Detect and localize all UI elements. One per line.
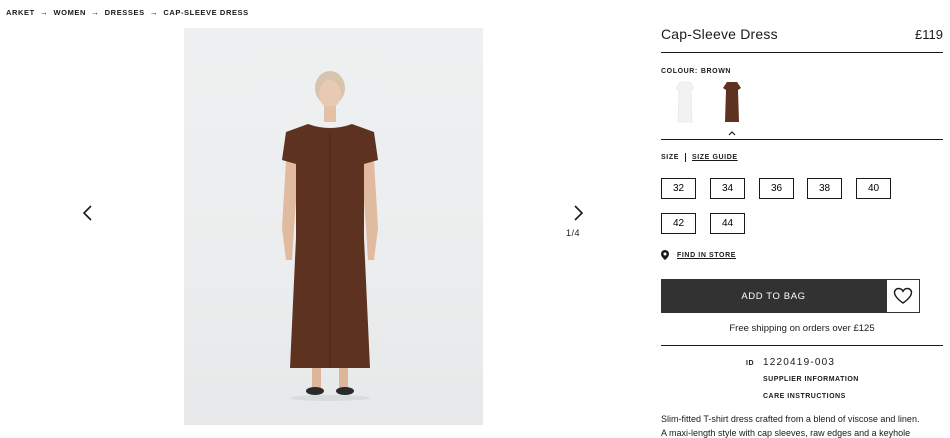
size-button-36[interactable]: 36 <box>759 178 794 199</box>
brown-dress-icon <box>723 82 741 122</box>
heart-icon <box>893 287 913 304</box>
product-description: Slim-fitted T-shirt dress crafted from a… <box>661 412 950 438</box>
gallery-counter: 1/4 <box>566 228 581 238</box>
colour-label: COLOUR: BROWN <box>661 68 731 75</box>
arrow-right-icon: → <box>91 8 100 17</box>
model-illustration <box>282 71 378 401</box>
title-row: Cap-Sleeve Dress £119 <box>661 26 943 42</box>
divider <box>661 139 943 140</box>
colour-value: BROWN <box>700 68 732 75</box>
white-dress-icon <box>675 81 695 123</box>
gallery-next-button[interactable] <box>568 203 588 223</box>
product-panel: Cap-Sleeve Dress £119 COLOUR: BROWN SIZE… <box>661 0 943 438</box>
divider <box>684 153 686 162</box>
breadcrumb-item-current: CAP-SLEEVE DRESS <box>163 8 249 17</box>
arrow-right-icon: → <box>149 8 159 17</box>
product-image[interactable] <box>184 28 483 425</box>
size-label: SIZE <box>661 154 679 161</box>
size-button-38[interactable]: 38 <box>807 178 842 199</box>
product-title: Cap-Sleeve Dress <box>661 26 778 42</box>
id-label: ID <box>746 360 754 367</box>
chevron-right-icon <box>574 205 584 221</box>
size-button-32[interactable]: 32 <box>661 178 696 199</box>
divider <box>661 345 943 346</box>
supplier-information-link[interactable]: SUPPLIER INFORMATION <box>763 376 859 383</box>
breadcrumb-item-dresses[interactable]: DRESSES <box>105 8 145 17</box>
swatch-white[interactable] <box>672 80 698 124</box>
size-button-40[interactable]: 40 <box>856 178 891 199</box>
description-line: Slim-fitted T-shirt dress crafted from a… <box>661 414 920 424</box>
description-line: A maxi-length style with cap sleeves, ra… <box>661 428 911 438</box>
breadcrumb-item-arket[interactable]: ARKET <box>6 8 35 17</box>
swatch-brown[interactable] <box>719 80 745 124</box>
arrow-right-icon: → <box>39 8 49 17</box>
size-row: SIZE SIZE GUIDE <box>661 153 738 162</box>
id-value: 1220419-003 <box>763 357 836 368</box>
size-button-34[interactable]: 34 <box>710 178 745 199</box>
wishlist-button[interactable] <box>886 279 920 313</box>
product-price: £119 <box>915 27 943 42</box>
add-to-bag-button[interactable]: ADD TO BAG <box>661 279 886 313</box>
shipping-note: Free shipping on orders over £125 <box>729 323 875 334</box>
product-id: ID 1220419-003 <box>746 357 835 368</box>
divider <box>661 52 943 53</box>
location-pin-icon <box>661 250 669 260</box>
chevron-left-icon <box>82 205 92 221</box>
size-guide-link[interactable]: SIZE GUIDE <box>692 154 738 161</box>
breadcrumb: ARKET → WOMEN → DRESSES → CAP-SLEEVE DRE… <box>6 8 249 17</box>
find-in-store-label: FIND IN STORE <box>677 251 737 259</box>
gallery-prev-button[interactable] <box>78 203 98 223</box>
chevron-up-icon <box>727 124 737 136</box>
care-instructions-link[interactable]: CARE INSTRUCTIONS <box>763 393 846 400</box>
size-button-42[interactable]: 42 <box>661 213 696 234</box>
colour-label-text: COLOUR: <box>661 68 698 75</box>
breadcrumb-item-women[interactable]: WOMEN <box>53 8 86 17</box>
find-in-store-link[interactable]: FIND IN STORE <box>661 250 736 260</box>
size-button-44[interactable]: 44 <box>710 213 745 234</box>
